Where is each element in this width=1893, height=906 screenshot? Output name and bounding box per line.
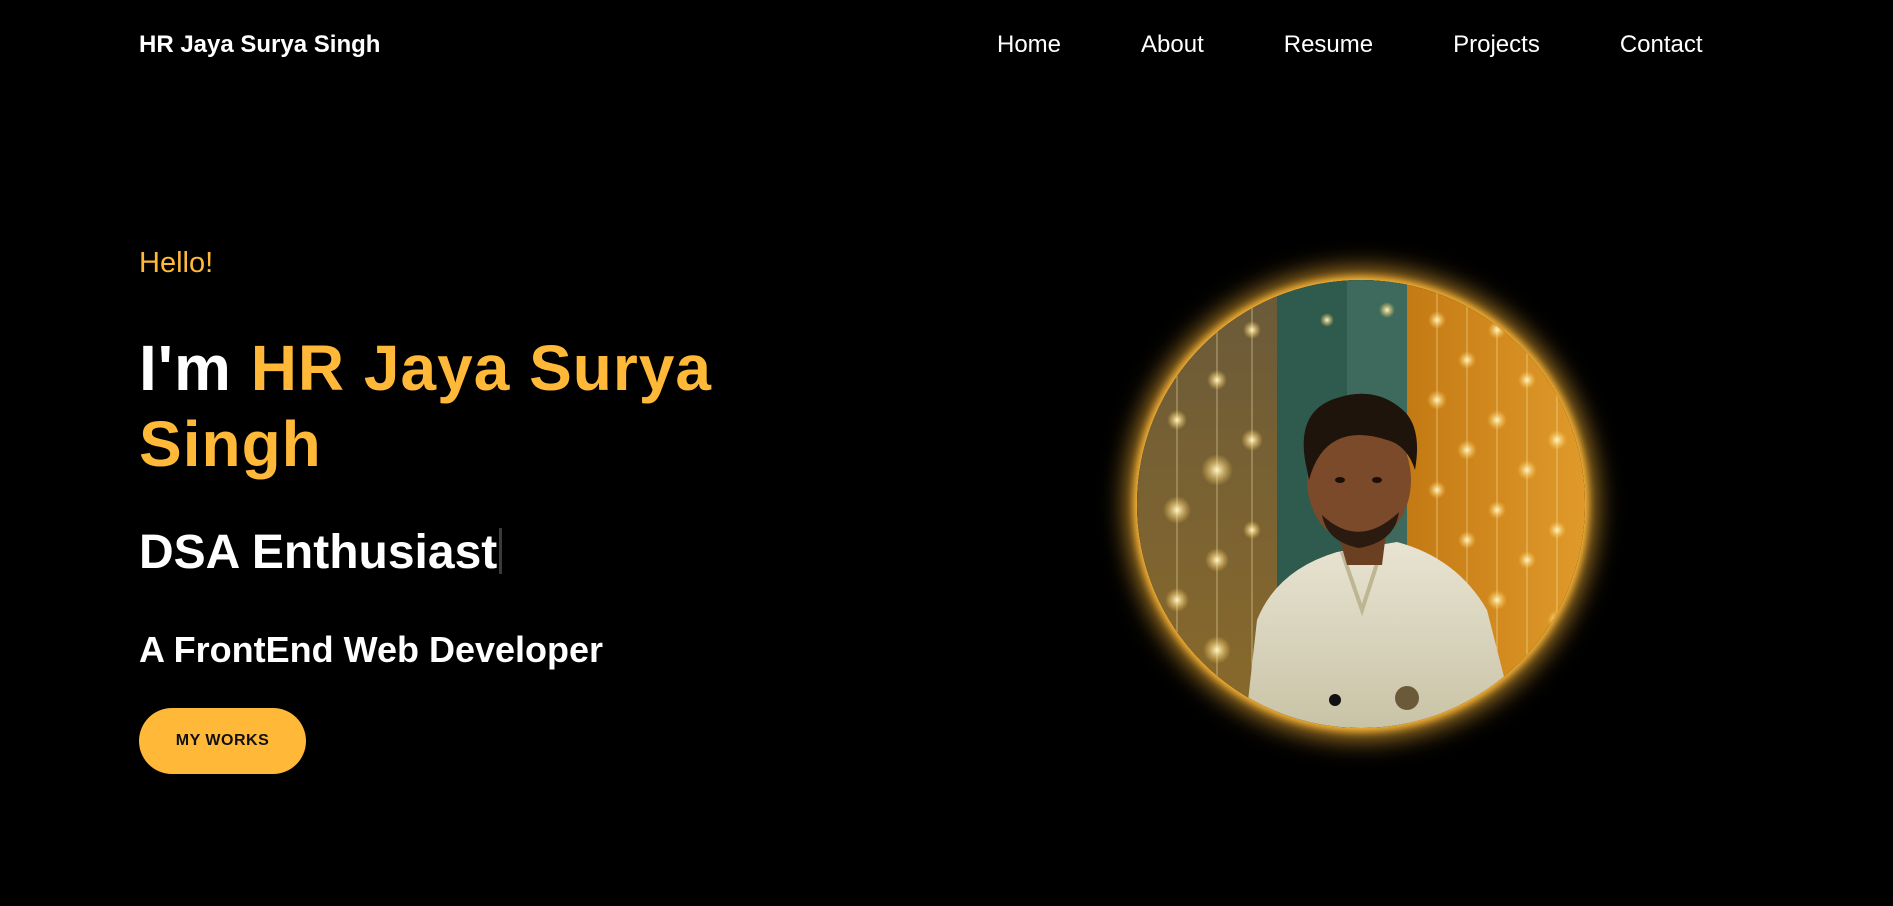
nav-link-resume[interactable]: Resume [1284, 30, 1373, 60]
hero-headline: I'm HR Jaya Surya Singh [139, 330, 839, 482]
profile-photo [1137, 280, 1585, 728]
navbar: HR Jaya Surya Singh Home About Resume Pr… [0, 0, 1893, 90]
hero-subtitle: A FrontEnd Web Developer [139, 629, 604, 670]
nav-link-projects[interactable]: Projects [1453, 30, 1540, 60]
nav-link-home[interactable]: Home [997, 30, 1061, 60]
hero-greeting: Hello! [139, 247, 214, 279]
my-works-button[interactable]: MY WORKS [139, 708, 306, 774]
typing-cursor [499, 528, 503, 574]
page: HR Jaya Surya Singh Home About Resume Pr… [0, 0, 1893, 906]
typed-role: DSA Enthusiast [139, 525, 503, 581]
profile-photo-icon [1137, 280, 1585, 728]
nav-links: Home About Resume Projects Contact [997, 30, 1703, 60]
nav-link-contact[interactable]: Contact [1620, 30, 1703, 60]
hero-intro-prefix: I'm [139, 332, 251, 404]
nav-link-about[interactable]: About [1141, 30, 1204, 60]
typed-role-text: DSA Enthusiast [139, 526, 498, 579]
brand-logo[interactable]: HR Jaya Surya Singh [139, 30, 380, 60]
